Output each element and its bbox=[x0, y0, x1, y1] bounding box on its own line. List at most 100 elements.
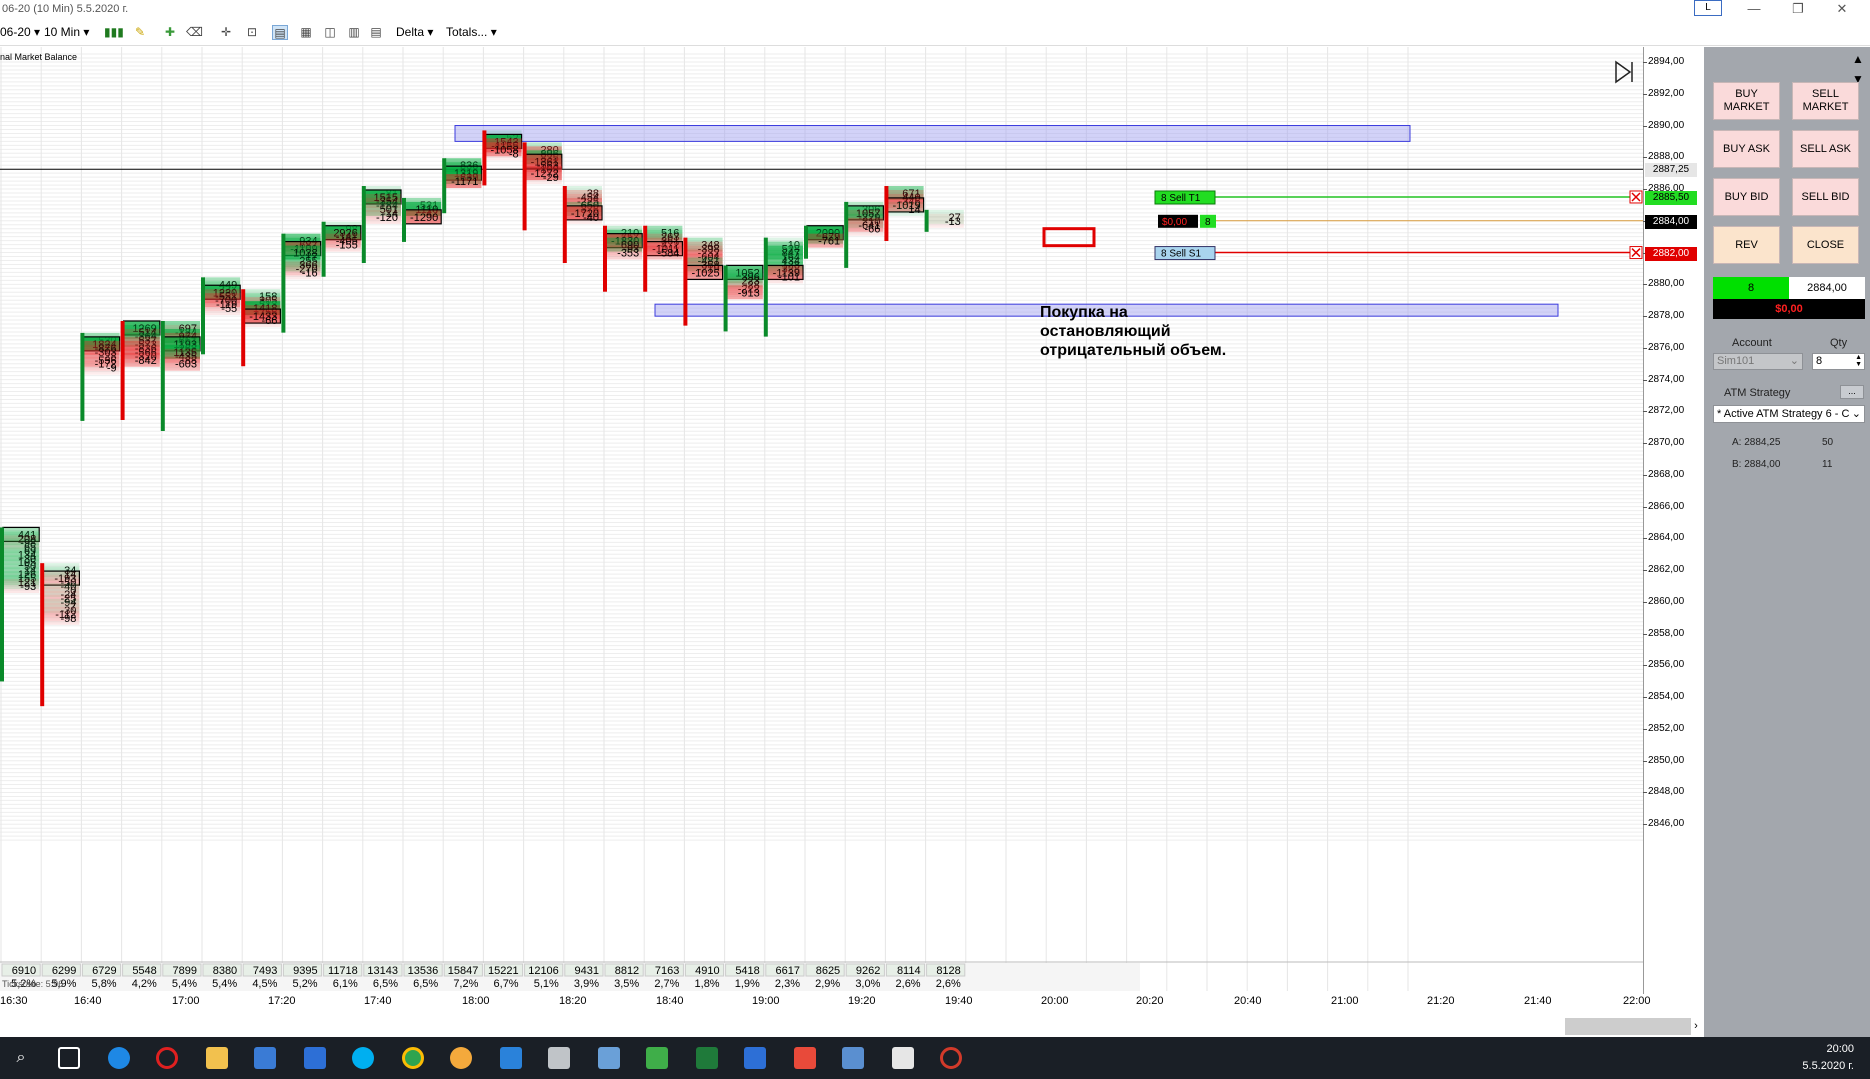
atm-strategy-value: * Active ATM Strategy 6 - C bbox=[1717, 408, 1850, 420]
footer-volume: 13536 bbox=[408, 965, 439, 977]
horizontal-scrollbar[interactable]: › bbox=[0, 1009, 1704, 1037]
data-box-icon[interactable]: ▤ bbox=[368, 25, 384, 40]
candle-body bbox=[924, 209, 929, 232]
footer-volume: 8128 bbox=[936, 965, 960, 977]
ninjatrader-icon[interactable] bbox=[940, 1047, 962, 1069]
indicator-label: nal Market Balance bbox=[0, 52, 78, 62]
footer-pct: 2,9% bbox=[815, 978, 840, 990]
sell-bid-button[interactable]: SELL BID bbox=[1792, 178, 1859, 216]
layout-button[interactable]: L bbox=[1694, 0, 1722, 16]
footer-volume: 5548 bbox=[132, 965, 156, 977]
chevron-down-icon: ⌄ bbox=[1789, 355, 1799, 367]
footprint-value: -101 bbox=[778, 271, 800, 283]
excel-icon[interactable] bbox=[696, 1047, 718, 1069]
footprint-value: -8 bbox=[509, 148, 519, 160]
qty-stepper-icon[interactable]: ▲ ▼ bbox=[1855, 354, 1862, 368]
account-select[interactable]: Sim101 ⌄ bbox=[1713, 353, 1803, 370]
calendar-icon[interactable] bbox=[304, 1047, 326, 1069]
app-icon[interactable] bbox=[548, 1047, 570, 1069]
strategies-icon[interactable]: ◫ bbox=[322, 25, 338, 40]
time-tick: 20:00 bbox=[1041, 995, 1069, 1007]
minimize-icon[interactable]: — bbox=[1734, 0, 1774, 20]
restore-icon[interactable]: ❐ bbox=[1778, 0, 1818, 20]
atm-strategy-select[interactable]: * Active ATM Strategy 6 - C ⌄ bbox=[1713, 405, 1865, 423]
sell-ask-button[interactable]: SELL ASK bbox=[1792, 130, 1859, 168]
templates-icon[interactable]: ▥ bbox=[346, 25, 362, 40]
file-explorer-icon[interactable] bbox=[206, 1047, 228, 1069]
liquidity-zone bbox=[454, 125, 1411, 142]
app-icon[interactable] bbox=[646, 1047, 668, 1069]
indicators-icon[interactable]: ▦ bbox=[298, 25, 314, 40]
calculator-icon[interactable] bbox=[892, 1047, 914, 1069]
search-icon[interactable]: ⌕ bbox=[10, 1047, 32, 1069]
footer-volume: 5418 bbox=[735, 965, 759, 977]
mail-icon[interactable] bbox=[744, 1047, 766, 1069]
sell-market-label: SELL MARKET bbox=[1802, 88, 1849, 113]
eraser-icon[interactable]: ⌫ bbox=[186, 25, 203, 40]
buy-bid-button[interactable]: BUY BID bbox=[1713, 178, 1780, 216]
footprint-value: -155 bbox=[336, 240, 358, 252]
time-tick: 17:40 bbox=[364, 995, 392, 1007]
save-icon[interactable] bbox=[842, 1047, 864, 1069]
task-view-icon[interactable] bbox=[58, 1047, 80, 1069]
draw-tool-icon[interactable]: ✚ bbox=[162, 25, 178, 40]
price-tag-stop: 2882,00 bbox=[1645, 246, 1697, 261]
app-icon[interactable] bbox=[500, 1047, 522, 1069]
scroll-right-icon[interactable]: › bbox=[1690, 1018, 1702, 1035]
scroll-thumb[interactable] bbox=[1565, 1018, 1691, 1035]
buy-ask-button[interactable]: BUY ASK bbox=[1713, 130, 1780, 168]
footprint-value: -66 bbox=[261, 315, 277, 327]
instrument-selector[interactable]: 06-20 ▾ bbox=[0, 25, 40, 39]
footprint-value: -66 bbox=[864, 224, 880, 236]
candle-body bbox=[241, 289, 246, 367]
opera-icon[interactable] bbox=[156, 1047, 178, 1069]
paint-icon[interactable] bbox=[450, 1047, 472, 1069]
footer-volume: 9431 bbox=[575, 965, 599, 977]
interval-selector[interactable]: 10 Min ▾ bbox=[44, 25, 89, 39]
position-qty: 8 bbox=[1713, 277, 1789, 299]
zoom-icon[interactable]: ⊡ bbox=[244, 25, 260, 40]
pencil-icon[interactable]: ✎ bbox=[132, 25, 148, 40]
price-tick: 2878,00 bbox=[1642, 310, 1685, 322]
footer-pct: 3,0% bbox=[855, 978, 880, 990]
price-tick: 2892,00 bbox=[1642, 87, 1685, 99]
time-tick: 20:20 bbox=[1136, 995, 1164, 1007]
delta-selector[interactable]: Delta ▾ bbox=[396, 25, 433, 39]
crosshair-icon[interactable]: ✛ bbox=[218, 25, 234, 40]
candle-body bbox=[723, 265, 728, 332]
price-axis[interactable]: 2894,002892,002890,002888,002886,002884,… bbox=[1642, 47, 1704, 994]
edge-icon[interactable] bbox=[108, 1047, 130, 1069]
candle-body bbox=[321, 221, 326, 277]
totals-selector[interactable]: Totals... ▾ bbox=[446, 25, 497, 39]
candle-body bbox=[120, 320, 125, 420]
skype-icon[interactable] bbox=[352, 1047, 374, 1069]
footer-pct: 2,6% bbox=[936, 978, 961, 990]
buy-market-button[interactable]: BUY MARKET bbox=[1713, 82, 1780, 120]
bar-type-icon[interactable]: ▮▮▮ bbox=[104, 25, 124, 40]
app-icon[interactable] bbox=[794, 1047, 816, 1069]
qty-input[interactable]: 8 ▲ ▼ bbox=[1812, 353, 1865, 370]
footer-volume: 8114 bbox=[897, 965, 921, 977]
target-order-text: 8 Sell T1 bbox=[1161, 193, 1201, 204]
time-tick: 21:00 bbox=[1331, 995, 1359, 1007]
footprint-chart[interactable]: 441208-986569134301055014126155121-93341… bbox=[0, 47, 1643, 1009]
system-clock[interactable]: 20:00 5.5.2020 г. bbox=[1802, 1041, 1854, 1075]
atm-more-button[interactable]: ... bbox=[1840, 385, 1864, 399]
properties-icon[interactable]: ▤ bbox=[272, 25, 288, 40]
network-icon[interactable] bbox=[598, 1047, 620, 1069]
footprint-value: -93 bbox=[20, 581, 36, 593]
price-tick: 2872,00 bbox=[1642, 405, 1685, 417]
close-button[interactable]: CLOSE bbox=[1792, 226, 1859, 264]
footer-pct: 5,4% bbox=[212, 978, 237, 990]
chrome-icon[interactable] bbox=[402, 1047, 424, 1069]
time-tick: 20:40 bbox=[1234, 995, 1262, 1007]
sell-market-button[interactable]: SELL MARKET bbox=[1792, 82, 1859, 120]
store-icon[interactable] bbox=[254, 1047, 276, 1069]
candle-body bbox=[201, 277, 205, 355]
footprint-value: -120 bbox=[376, 212, 398, 224]
footprint-value: -98 bbox=[60, 613, 76, 625]
reverse-button[interactable]: REV bbox=[1713, 226, 1780, 264]
close-icon[interactable]: ✕ bbox=[1822, 0, 1862, 20]
footer-volume: 4910 bbox=[695, 965, 719, 977]
collapse-up-icon[interactable]: ▲ bbox=[1850, 51, 1866, 67]
